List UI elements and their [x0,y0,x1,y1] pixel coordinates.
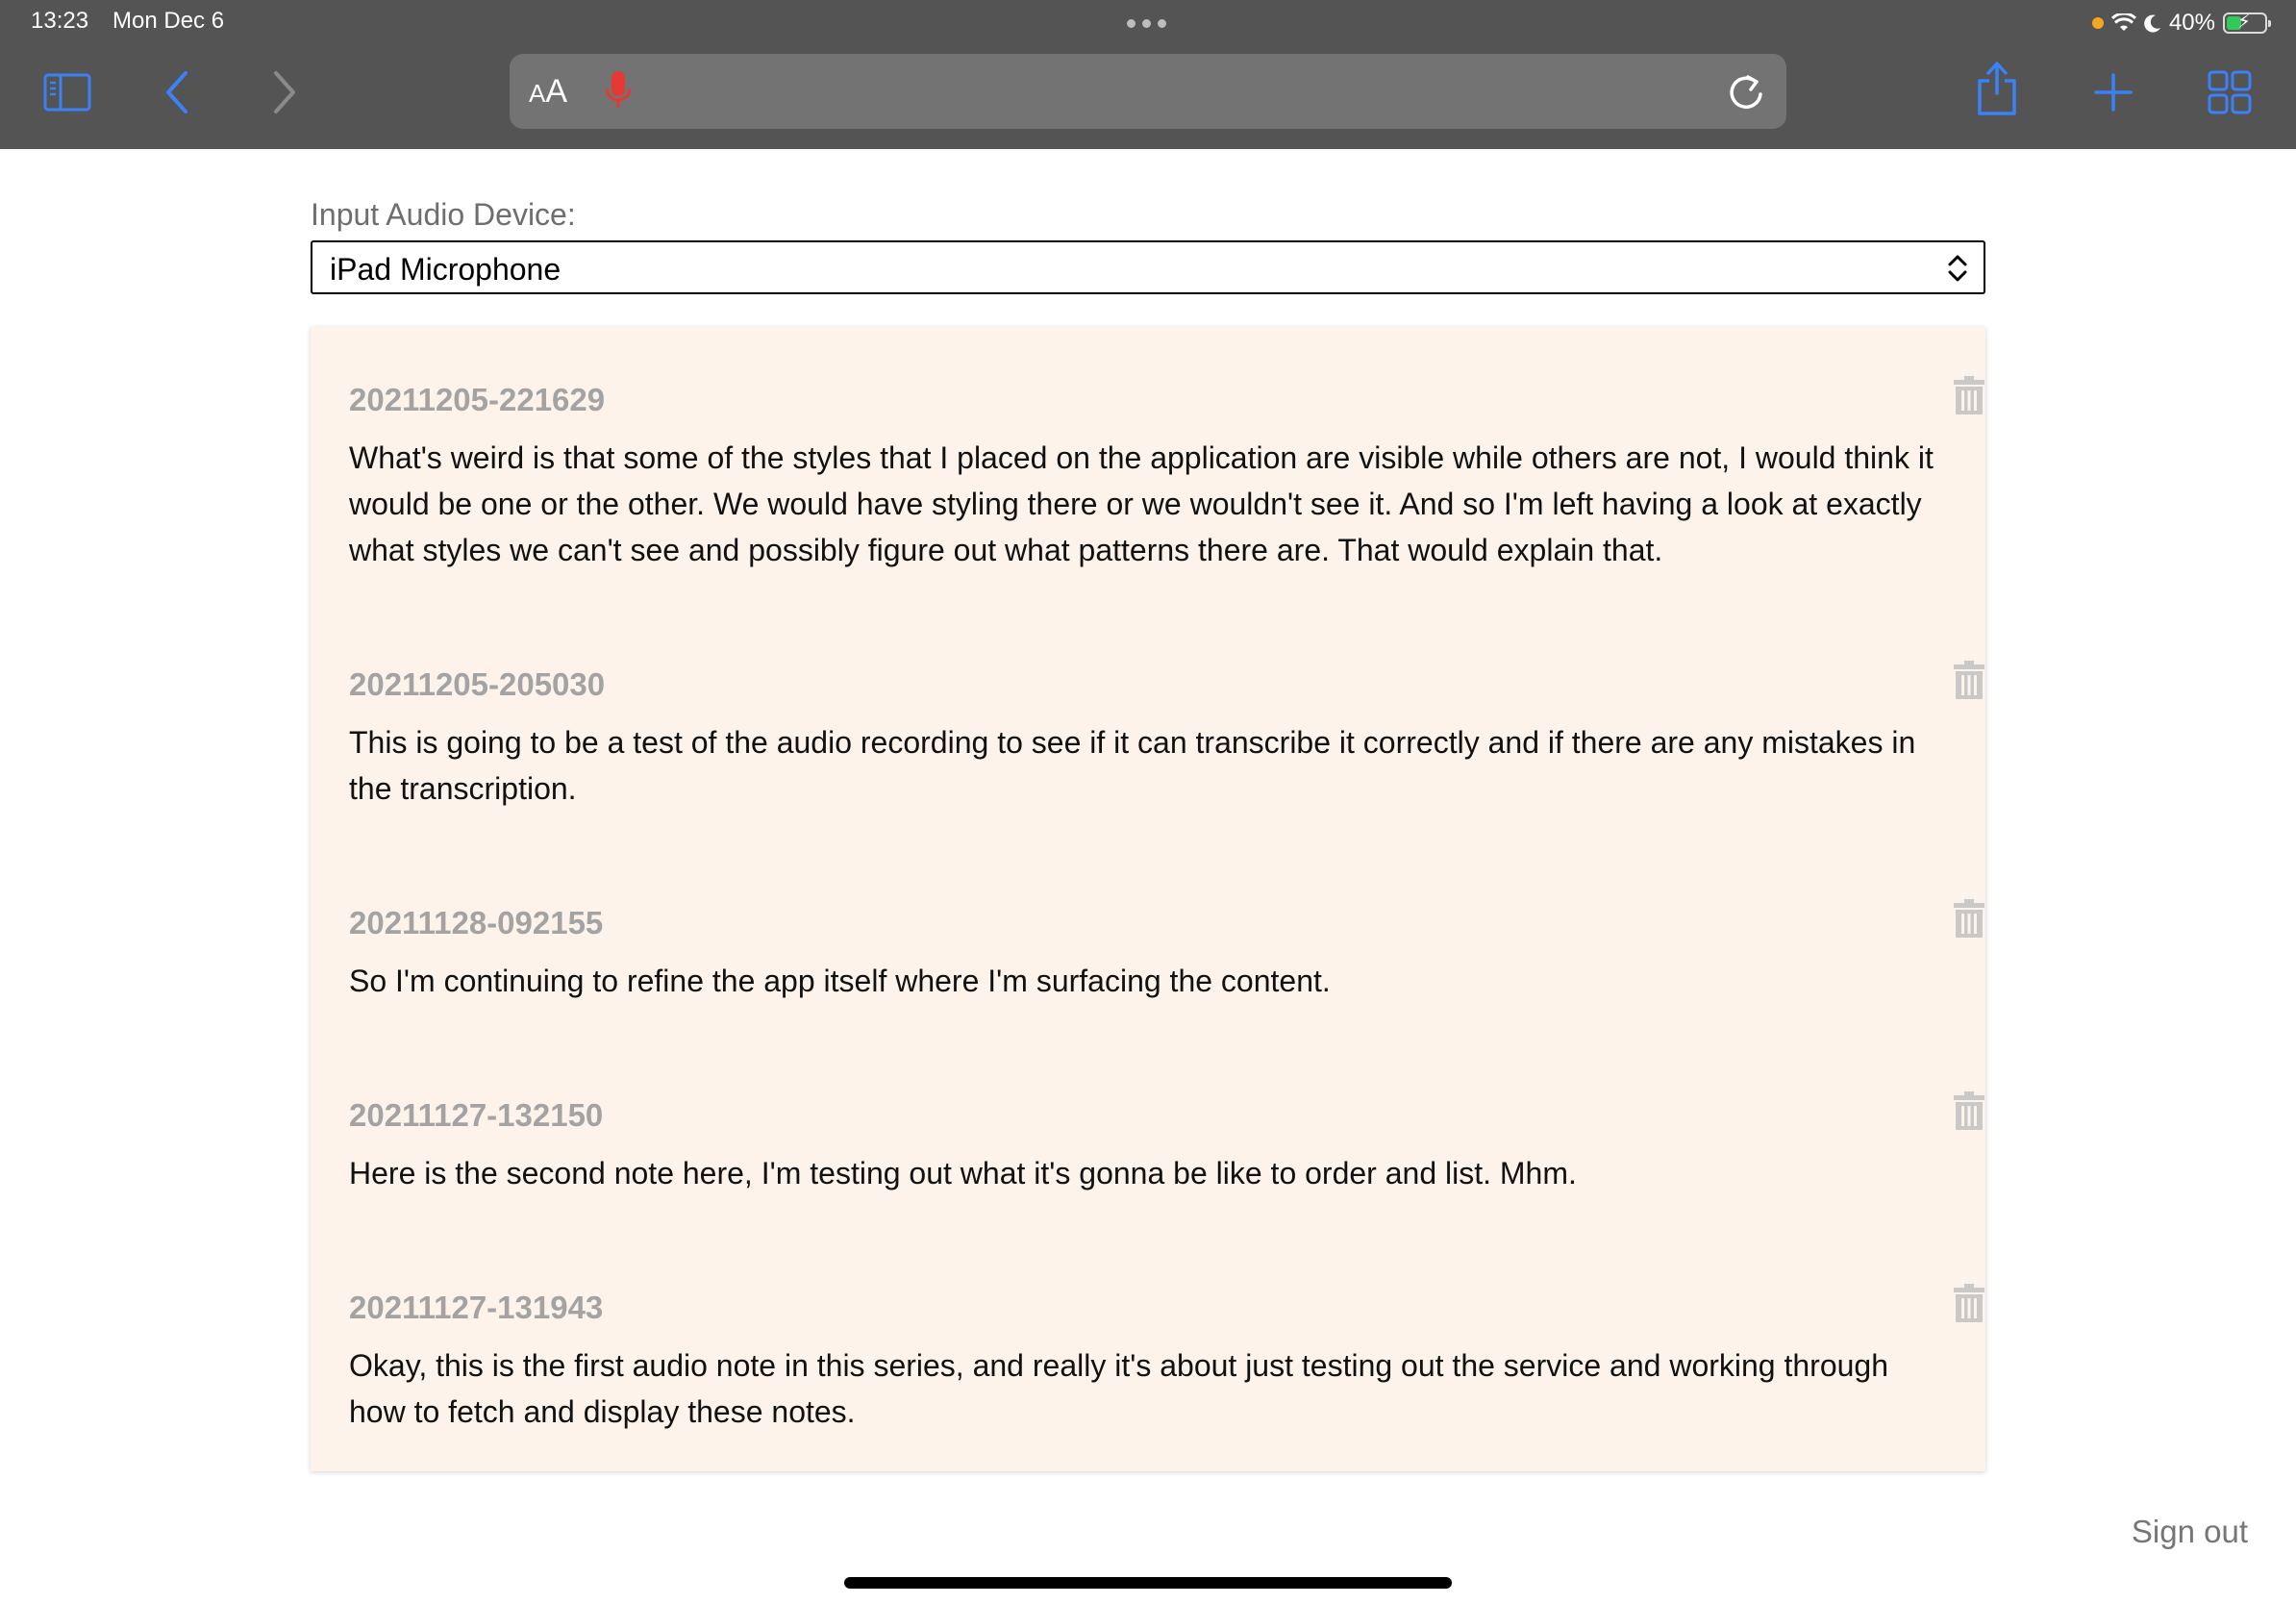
back-button[interactable] [160,65,194,119]
reload-icon[interactable] [1727,71,1765,112]
notes-list: 20211205-221629 What's weird is that som… [311,327,1985,1471]
chevron-left-icon [166,71,187,113]
browser-chrome: 13:23 Mon Dec 6 40% ⚡ AA [0,0,2296,149]
note-timestamp: 20211205-221629 [349,382,606,417]
microphone-icon[interactable] [604,69,633,113]
battery-icon: ⚡ [2223,12,2271,34]
trash-icon[interactable] [1953,1283,1985,1323]
moon-icon [2144,14,2160,33]
share-button[interactable] [1973,62,2021,115]
audio-device-select[interactable]: iPad Microphone [311,240,1985,294]
device-select-value: iPad Microphone [330,252,562,287]
select-chevron-icon [1948,255,1967,282]
forward-button[interactable] [267,65,302,119]
multitasking-menu-icon[interactable] [1127,19,1166,28]
battery-percentage: 40% [2168,10,2215,36]
note-timestamp: 20211127-132150 [349,1097,604,1133]
sidebar-icon [43,73,91,112]
status-time: 13:23 [31,8,89,34]
device-label: Input Audio Device: [311,197,576,232]
text-size-button[interactable]: AA [529,73,567,111]
plus-icon [2094,73,2133,112]
trash-icon[interactable] [1953,375,1985,415]
note-transcript: So I'm continuing to refine the app itse… [349,964,1331,998]
address-bar[interactable]: AA [510,54,1786,129]
mic-in-use-indicator [2091,17,2104,29]
note-transcript: This is going to be a test of the audio … [349,725,1916,806]
note-item: 20211127-132150 Here is the second note … [349,1091,1984,1196]
note-transcript: What's weird is that some of the styles … [349,440,1934,567]
trash-icon[interactable] [1953,1090,1985,1131]
share-icon [1978,62,2016,115]
note-item: 20211127-131943 Okay, this is the first … [349,1284,1984,1435]
note-item: 20211128-092155 So I'm continuing to ref… [349,899,1984,1004]
wifi-icon [2110,13,2136,31]
note-timestamp: 20211127-131943 [349,1290,604,1325]
sidebar-button[interactable] [42,65,92,119]
trash-icon[interactable] [1953,660,1985,700]
status-indicators: 40% ⚡ [2091,6,2271,40]
note-timestamp: 20211205-205030 [349,666,606,702]
home-indicator[interactable] [844,1577,1452,1589]
tab-grid-icon [2208,70,2252,114]
note-item: 20211205-221629 What's weird is that som… [349,376,1984,573]
trash-icon[interactable] [1953,898,1985,939]
chevron-right-icon [274,71,295,113]
status-date: Mon Dec 6 [112,8,225,34]
sign-out-link[interactable]: Sign out [2132,1514,2248,1550]
note-timestamp: 20211128-092155 [349,905,604,940]
charging-bolt-icon: ⚡ [2237,12,2252,33]
note-transcript: Okay, this is the first audio note in th… [349,1348,1889,1429]
note-item: 20211205-205030 This is going to be a te… [349,661,1984,812]
note-transcript: Here is the second note here, I'm testin… [349,1156,1577,1190]
new-tab-button[interactable] [2090,65,2136,119]
tabs-overview-button[interactable] [2206,65,2254,119]
